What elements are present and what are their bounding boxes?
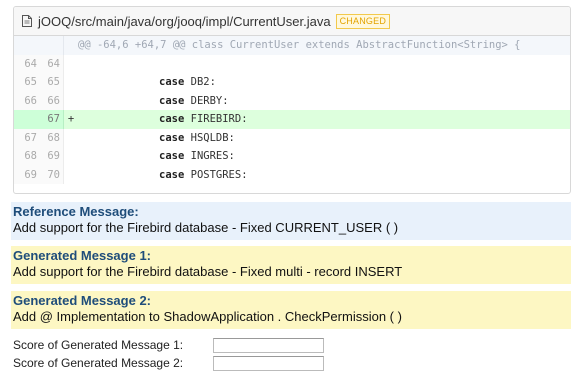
changed-badge: CHANGED [335, 13, 391, 29]
code-line: case DERBY: [78, 92, 570, 111]
reference-message-title: Reference Message: [13, 204, 139, 219]
new-line-number: 64 [47, 57, 60, 70]
diff-line: 66 66 case DERBY: [14, 91, 570, 111]
code-keyword: case [159, 168, 185, 181]
diff-sign [64, 73, 78, 92]
code-text: POSTGRES: [184, 168, 248, 181]
old-line-number: 69 [24, 168, 37, 181]
file-path[interactable]: jOOQ/src/main/java/org/jooq/impl/Current… [38, 14, 331, 29]
new-line-number: 70 [47, 168, 60, 181]
hunk-header: @@ -64,6 +64,7 @@ class CurrentUser exte… [78, 39, 521, 51]
line-gutter: 69 70 [14, 165, 64, 184]
code-line: case HSQLDB: [78, 129, 570, 148]
diff-line: 64 64 [14, 54, 570, 74]
line-gutter: 67 68 [14, 128, 64, 147]
diff-view: @@ -64,6 +64,7 @@ class CurrentUser exte… [14, 36, 570, 184]
generated-message-2-text: Add @ Implementation to ShadowApplicatio… [13, 309, 402, 324]
old-line-number: 68 [24, 150, 37, 162]
file-header: jOOQ/src/main/java/org/jooq/impl/Current… [14, 7, 570, 36]
score-label-1: Score of Generated Message 1: [13, 338, 184, 352]
score-row-1: Score of Generated Message 1: [13, 337, 324, 353]
new-line-number: 67 [47, 113, 60, 125]
diff-sign [64, 147, 78, 166]
old-line-number: 66 [24, 94, 37, 107]
new-line-number: 65 [47, 76, 60, 88]
code-line: case FIREBIRD: [78, 110, 570, 129]
old-line-number: 65 [24, 76, 37, 88]
score-row-2: Score of Generated Message 2: [13, 355, 324, 371]
code-keyword: case [159, 94, 185, 107]
diff-sign [64, 92, 78, 111]
diff-sign [64, 129, 78, 148]
score-label-2: Score of Generated Message 2: [13, 356, 184, 370]
line-gutter: 64 64 [14, 54, 64, 73]
generated-message-2-block: Generated Message 2: Add @ Implementatio… [11, 291, 571, 329]
old-line-number: 64 [24, 57, 37, 70]
diff-line: 69 70 case POSTGRES: [14, 165, 570, 185]
diff-sign: + [67, 113, 75, 125]
diff-line: 68 69 case INGRES: [14, 147, 570, 166]
code-keyword: case [159, 113, 185, 125]
generated-message-2-title: Generated Message 2: [13, 293, 152, 308]
reference-message-block: Reference Message: Add support for the F… [11, 202, 571, 240]
code-text: FIREBIRD: [184, 113, 248, 125]
code-line: case DB2: [78, 73, 570, 92]
code-line: case POSTGRES: [78, 166, 570, 185]
code-keyword: case [159, 76, 185, 88]
diff-sign [64, 166, 78, 185]
diff-sign [64, 36, 78, 55]
diff-sign [64, 55, 78, 74]
code-text: INGRES: [184, 150, 235, 162]
generated-message-1-block: Generated Message 1: Add support for the… [11, 246, 571, 284]
code-line: case INGRES: [78, 147, 570, 166]
diff-line-added: 67 + case FIREBIRD: [14, 110, 570, 129]
diff-file-panel: jOOQ/src/main/java/org/jooq/impl/Current… [13, 6, 571, 194]
file-icon [22, 15, 32, 27]
code-keyword: case [159, 131, 185, 144]
new-line-number: 69 [47, 150, 60, 162]
new-line-number: 66 [47, 94, 60, 107]
score-input-2[interactable] [213, 355, 324, 371]
line-gutter: 66 66 [14, 91, 64, 110]
line-gutter: 65 65 [14, 73, 64, 92]
diff-line: 65 65 case DB2: [14, 73, 570, 92]
new-line-number [40, 36, 63, 55]
generated-message-1-title: Generated Message 1: [13, 248, 152, 263]
hunk-gutter [14, 36, 64, 55]
new-line-number: 68 [47, 131, 60, 144]
line-gutter: 68 69 [14, 147, 64, 166]
reference-message-text: Add support for the Firebird database - … [13, 220, 399, 235]
hunk-header-row: @@ -64,6 +64,7 @@ class CurrentUser exte… [14, 36, 570, 55]
diff-line: 67 68 case HSQLDB: [14, 128, 570, 148]
code-keyword: case [159, 150, 185, 162]
generated-message-1-text: Add support for the Firebird database - … [13, 264, 403, 279]
old-line-number [14, 36, 40, 55]
code-text: HSQLDB: [184, 131, 235, 144]
old-line-number: 67 [24, 131, 37, 144]
line-gutter: 67 [14, 110, 64, 129]
score-input-1[interactable] [213, 337, 324, 353]
code-text: DB2: [184, 76, 216, 88]
code-text: DERBY: [184, 94, 229, 107]
old-line-number [14, 110, 40, 129]
